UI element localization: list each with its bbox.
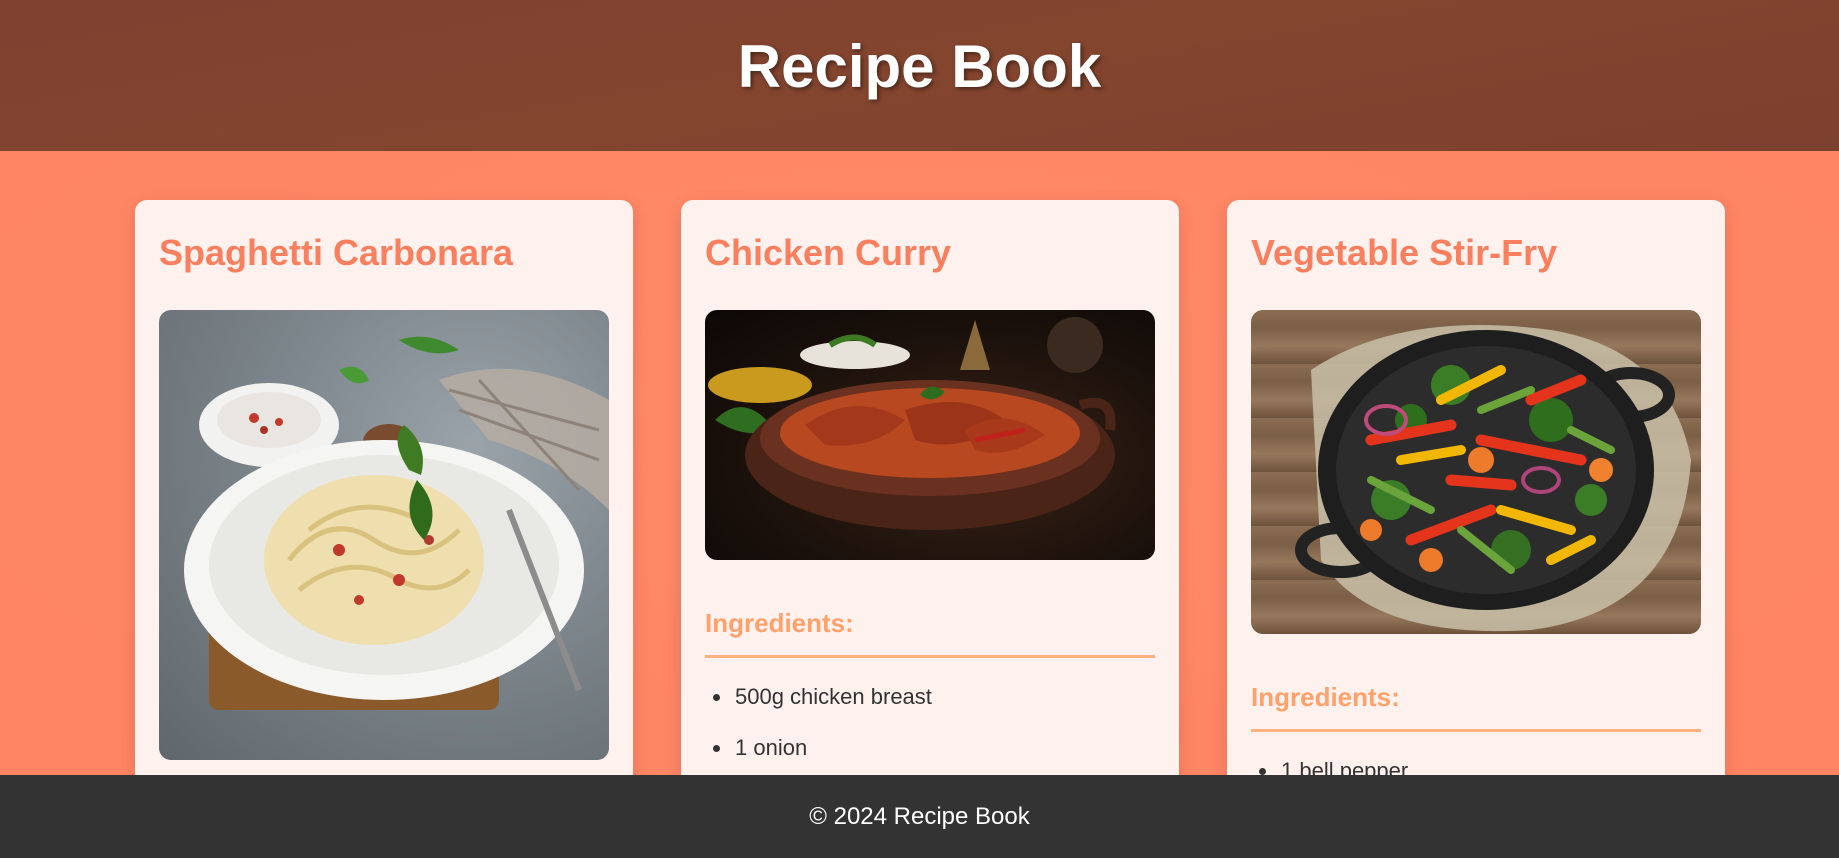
recipe-title: Vegetable Stir-Fry xyxy=(1251,232,1558,273)
ingredients-list: 1 bell pepper xyxy=(1251,756,1701,775)
ingredients-heading: Ingredients: xyxy=(1251,682,1701,732)
chicken-curry-image xyxy=(705,310,1155,560)
recipe-card-chicken-curry: Chicken Curry Ingredients: 500g chicken … xyxy=(681,200,1179,775)
spaghetti-carbonara-image xyxy=(159,310,609,760)
page-header: Recipe Book xyxy=(0,0,1839,151)
list-item: 1 bell pepper xyxy=(1251,756,1701,775)
ingredients-list: 500g chicken breast 1 onion xyxy=(705,682,1155,775)
spaghetti-carbonara-illustration xyxy=(184,336,609,710)
recipe-title: Chicken Curry xyxy=(705,232,952,273)
list-item: 1 onion xyxy=(705,733,1155,775)
page-title: Recipe Book xyxy=(737,33,1102,100)
list-item: 500g chicken breast xyxy=(705,682,1155,733)
chicken-curry-illustration xyxy=(708,317,1116,530)
recipe-grid: Spaghetti Carbonara Chicken Curry Ingred… xyxy=(0,151,1839,775)
ingredients-heading: Ingredients: xyxy=(705,608,1155,658)
recipe-card-vegetable-stir-fry: Vegetable Stir-Fry Ingredients: 1 bell p… xyxy=(1227,200,1725,775)
vegetable-stir-fry-illustration xyxy=(1295,325,1691,632)
footer-copyright: © 2024 Recipe Book xyxy=(809,802,1030,830)
page-footer: © 2024 Recipe Book xyxy=(0,775,1839,858)
recipe-card-spaghetti-carbonara: Spaghetti Carbonara xyxy=(135,200,633,775)
recipe-title: Spaghetti Carbonara xyxy=(159,232,514,273)
vegetable-stir-fry-image xyxy=(1251,310,1701,634)
